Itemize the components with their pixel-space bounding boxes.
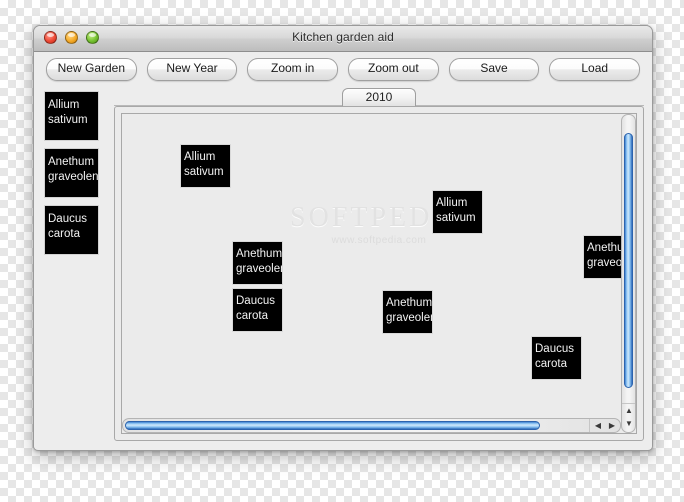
plant-palette: Allium sativum Anethum graveolens Daucus… [44,91,104,441]
application-window: Kitchen garden aid New Garden New Year Z… [33,25,653,451]
vertical-scroll-arrows: ▲ ▼ [622,403,635,432]
garden-panel: SOFTPEDIA www.softpedia.com Allium sativ… [114,106,644,441]
garden-tab-area: 2010 SOFTPEDIA www.softpedia.com Allium … [114,88,644,441]
palette-item-label: Allium sativum [48,99,88,126]
title-bar[interactable]: Kitchen garden aid [34,26,652,52]
horizontal-scroll-arrows: ◀ ▶ [589,419,620,432]
palette-item-label: Anethum graveolens [48,156,99,183]
vertical-scrollbar-thumb[interactable] [624,133,633,388]
new-year-button[interactable]: New Year [146,57,238,81]
garden-plant-label: Anethum graveolens [236,248,283,275]
zoom-out-button[interactable]: Zoom out [348,57,439,81]
save-button[interactable]: Save [448,57,540,81]
garden-plant-7[interactable]: Daucus carota [531,336,582,380]
garden-plant-5[interactable]: Anethum graveolens [382,290,433,334]
garden-plant-4[interactable]: Daucus carota [232,288,283,332]
palette-item-anethum-graveolens[interactable]: Anethum graveolens [44,148,99,198]
garden-plant-2[interactable]: Allium sativum [432,190,483,234]
load-button[interactable]: Load [549,57,641,81]
window-body: Allium sativum Anethum graveolens Daucus… [34,86,652,449]
tab-strip: 2010 [114,88,644,106]
garden-plant-label: Daucus carota [535,343,574,370]
watermark-url: www.softpedia.com [331,235,427,246]
toolbar: New Garden New Year Zoom in Zoom out Sav… [34,52,652,86]
horizontal-scrollbar[interactable]: ◀ ▶ [122,418,621,433]
garden-plant-label: Allium sativum [436,197,476,224]
garden-plant-label: Daucus carota [236,295,275,322]
scroll-up-icon[interactable]: ▲ [622,407,636,415]
palette-item-daucus-carota[interactable]: Daucus carota [44,205,99,255]
scroll-right-icon[interactable]: ▶ [605,422,619,430]
scroll-down-icon[interactable]: ▼ [622,420,636,428]
garden-plant-3[interactable]: Anethum graveolens [232,241,283,285]
new-garden-button[interactable]: New Garden [46,57,137,81]
tab-year-2010[interactable]: 2010 [342,88,416,106]
garden-viewport[interactable]: SOFTPEDIA www.softpedia.com Allium sativ… [121,113,637,434]
zoom-in-button[interactable]: Zoom in [247,57,339,81]
garden-plant-1[interactable]: Allium sativum [180,144,231,188]
palette-item-label: Daucus carota [48,213,87,240]
scroll-left-icon[interactable]: ◀ [591,422,605,430]
palette-item-allium-sativum[interactable]: Allium sativum [44,91,99,141]
window-title: Kitchen garden aid [292,30,394,44]
vertical-scrollbar[interactable]: ▲ ▼ [621,114,636,433]
horizontal-scrollbar-thumb[interactable] [125,421,540,430]
garden-plant-label: Anethum graveolens [386,297,433,324]
garden-canvas[interactable]: SOFTPEDIA www.softpedia.com Allium sativ… [122,114,636,433]
garden-plant-label: Allium sativum [184,151,224,178]
